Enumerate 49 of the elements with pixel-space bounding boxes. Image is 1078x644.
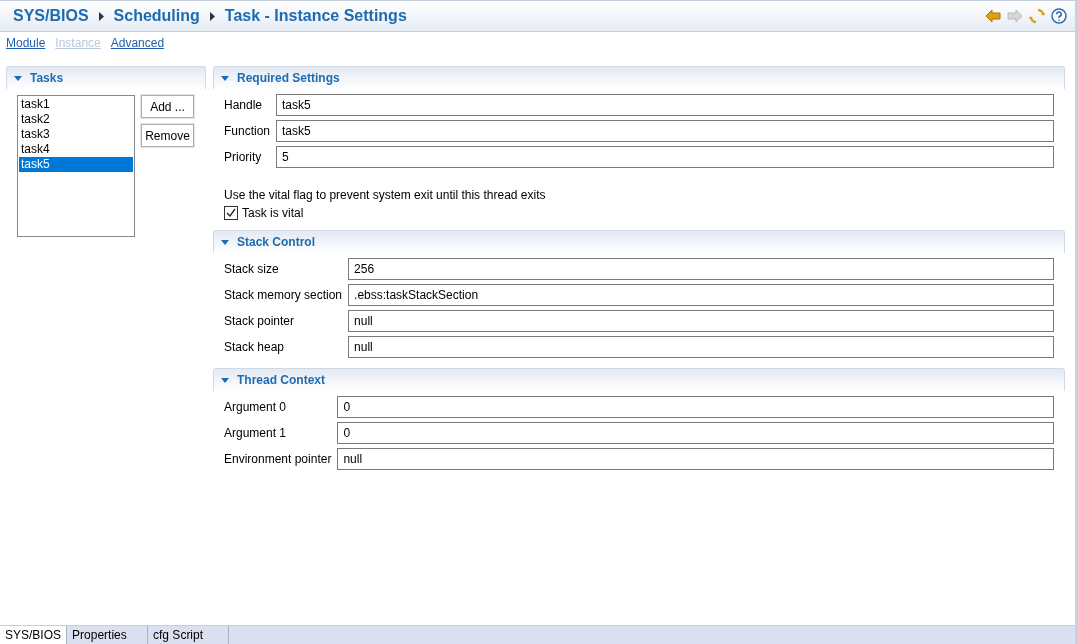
task-list-item[interactable]: task3 (19, 127, 133, 142)
input-field[interactable]: 5 (276, 146, 1054, 168)
checkbox-label[interactable]: Task is vital (242, 206, 304, 220)
input-field[interactable]: 256 (348, 258, 1054, 280)
task-list-item[interactable]: task2 (19, 112, 133, 127)
input-field[interactable]: task5 (276, 94, 1054, 116)
back-arrow-icon[interactable] (985, 8, 1001, 24)
input-field[interactable]: .ebss:taskStackSection (348, 284, 1054, 306)
field-label: Stack heap (224, 340, 286, 354)
section-header[interactable]: Tasks (6, 66, 206, 89)
input-field[interactable]: null (348, 336, 1054, 358)
nav-link[interactable]: Module (6, 36, 46, 50)
breadcrumb-separator-icon (209, 11, 215, 21)
nav-link[interactable]: Advanced (110, 36, 165, 50)
editor-tab[interactable]: SYS/BIOS (0, 626, 68, 644)
field-label: Priority (224, 150, 263, 164)
input-field[interactable]: 0 (337, 422, 1054, 444)
task-button[interactable]: Add ... (141, 95, 194, 118)
task-list[interactable]: task1 task2 task3 task4 task5 (17, 95, 135, 237)
field-label: Stack pointer (224, 314, 296, 328)
help-icon[interactable] (1051, 8, 1067, 24)
field-label: Argument 1 (224, 426, 288, 440)
input-field[interactable]: null (337, 448, 1054, 470)
collapse-triangle-icon[interactable] (221, 377, 229, 383)
section-header[interactable]: Required Settings (213, 66, 1065, 89)
breadcrumb-item: Task - Instance Settings (224, 7, 407, 25)
breadcrumb-separator-icon (98, 11, 104, 21)
field-label: Handle (224, 98, 264, 112)
breadcrumb-item[interactable]: SYS/BIOS (13, 7, 89, 25)
field-label: Argument 0 (224, 400, 288, 414)
section-header[interactable]: Stack Control (213, 230, 1065, 253)
task-list-item[interactable]: task4 (19, 142, 133, 157)
note-text: Use the vital flag to prevent system exit until this thread exits (223, 187, 547, 204)
task-list-item[interactable]: task5 (19, 157, 133, 172)
field-label: Stack memory section (224, 288, 344, 302)
collapse-triangle-icon[interactable] (221, 75, 229, 81)
input-field[interactable]: null (348, 310, 1054, 332)
task-button[interactable]: Remove (141, 124, 194, 147)
breadcrumb-item[interactable]: Scheduling (113, 7, 200, 25)
checkbox[interactable] (224, 206, 238, 220)
field-label: Stack size (224, 262, 280, 276)
input-field[interactable]: 0 (337, 396, 1054, 418)
field-label: Environment pointer (224, 452, 333, 466)
task-list-item[interactable]: task1 (19, 97, 133, 112)
input-field[interactable]: task5 (276, 120, 1054, 142)
collapse-triangle-icon[interactable] (221, 239, 229, 245)
collapse-triangle-icon[interactable] (14, 75, 22, 81)
field-label: Function (224, 124, 272, 138)
section-header[interactable]: Thread Context (213, 368, 1065, 391)
